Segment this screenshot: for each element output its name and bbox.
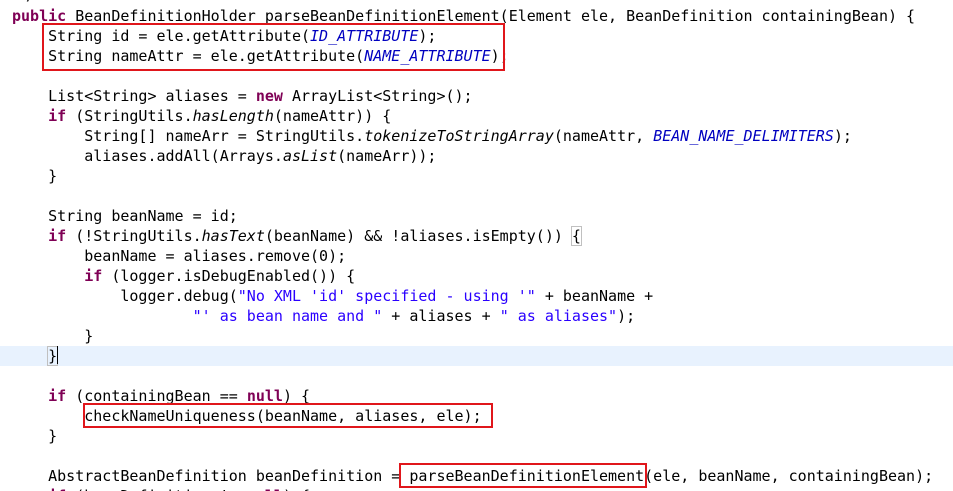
code-line[interactable]: if (StringUtils.hasLength(nameAttr)) { xyxy=(0,106,953,126)
highlight-box-parse-bean-definition-element xyxy=(399,463,647,488)
code-line[interactable]: String[] nameArr = StringUtils.tokenizeT… xyxy=(0,126,953,146)
code-editor[interactable]: / public BeanDefinitionHolder parseBeanD… xyxy=(0,0,953,491)
code-token: ); xyxy=(617,307,636,325)
code-line[interactable]: if (logger.isDebugEnabled()) { xyxy=(0,266,953,286)
code-token: if xyxy=(84,267,103,285)
code-token: } xyxy=(12,167,58,185)
code-token: beanName = aliases.remove(0); xyxy=(12,247,347,265)
code-line[interactable]: } xyxy=(0,326,953,346)
code-token: List<String> aliases = xyxy=(12,87,256,105)
code-line[interactable]: } xyxy=(0,426,953,446)
code-token: BEAN_NAME_DELIMITERS xyxy=(653,127,834,145)
code-token: + beanName + xyxy=(535,287,654,305)
code-token: (beanDefinition != xyxy=(66,487,247,491)
code-token: (nameAttr, xyxy=(553,127,654,145)
code-token: (nameAttr)) { xyxy=(273,107,392,125)
code-line[interactable]: logger.debug("No XML 'id' specified - us… xyxy=(0,286,953,306)
code-token: asList xyxy=(282,147,338,165)
code-token: tokenizeToStringArray xyxy=(364,127,554,145)
code-token: aliases.addAll(Arrays. xyxy=(12,147,283,165)
code-token: if xyxy=(48,387,67,405)
code-token: if xyxy=(48,107,67,125)
code-token: " as aliases" xyxy=(499,307,618,325)
code-line[interactable] xyxy=(0,366,953,386)
code-token: if xyxy=(48,487,66,491)
code-token: (!StringUtils. xyxy=(66,227,202,245)
code-line[interactable]: beanName = aliases.remove(0); xyxy=(0,246,953,266)
code-line-partial: / xyxy=(26,0,35,4)
code-token: hasText xyxy=(201,227,265,245)
code-line[interactable]: } xyxy=(0,346,953,366)
highlight-box-check-name-uniqueness xyxy=(83,403,493,428)
code-token: + aliases + xyxy=(382,307,500,325)
code-token: "No XML 'id' specified - using '" xyxy=(237,287,536,305)
code-token: (logger.isDebugEnabled()) { xyxy=(102,267,356,285)
code-line[interactable]: } xyxy=(0,166,953,186)
code-token: } xyxy=(12,327,94,345)
highlight-box-attribute-lookups xyxy=(42,23,505,71)
code-line[interactable]: "' as bean name and " + aliases + " as a… xyxy=(0,306,953,326)
code-line[interactable] xyxy=(0,186,953,206)
code-token: (nameArr)); xyxy=(337,147,437,165)
code-token: (beanName) && !aliases.isEmpty()) xyxy=(264,227,572,245)
code-token: (StringUtils. xyxy=(66,107,193,125)
code-token: null xyxy=(247,487,283,491)
code-token: hasLength xyxy=(192,107,274,125)
code-token: } xyxy=(47,346,59,366)
code-token: { xyxy=(570,226,582,246)
code-line[interactable]: if (!StringUtils.hasText(beanName) && !a… xyxy=(0,226,953,246)
code-token: } xyxy=(12,427,58,445)
code-token: String beanName = id; xyxy=(12,207,238,225)
code-token: ) { xyxy=(283,487,310,491)
text-caret xyxy=(57,346,58,364)
code-line[interactable]: aliases.addAll(Arrays.asList(nameArr)); xyxy=(0,146,953,166)
code-line[interactable]: List<String> aliases = new ArrayList<Str… xyxy=(0,86,953,106)
code-line[interactable]: String beanName = id; xyxy=(0,206,953,226)
code-token: ); xyxy=(833,127,852,145)
code-token: logger.debug( xyxy=(12,287,238,305)
code-token: if xyxy=(48,227,67,245)
code-token: "' as bean name and " xyxy=(192,307,383,325)
code-token: ArrayList<String>(); xyxy=(282,87,473,105)
code-token: new xyxy=(255,87,283,105)
code-token: String[] nameArr = StringUtils. xyxy=(12,127,365,145)
